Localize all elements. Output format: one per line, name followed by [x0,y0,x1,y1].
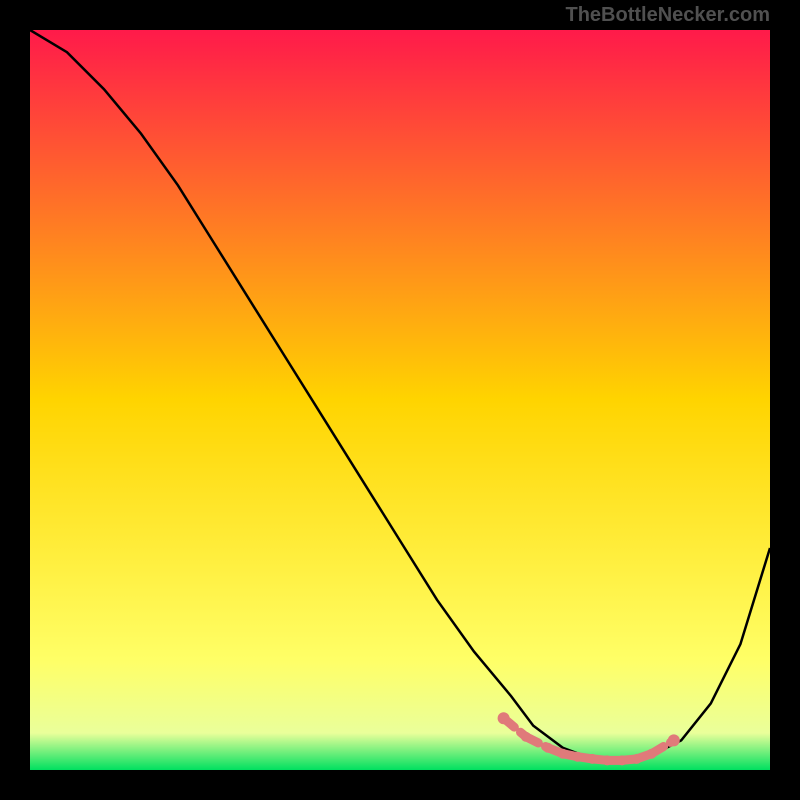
highlight-marker [498,712,510,724]
highlight-marker [543,743,553,753]
highlight-marker [558,749,568,759]
chart-container: TheBottleNecker.com [0,0,800,800]
highlight-marker [521,732,531,742]
highlight-marker [573,752,583,762]
highlight-marker [668,734,680,746]
highlight-marker [602,755,612,765]
chart-svg [30,30,770,770]
highlight-marker [617,755,627,765]
watermark-text: TheBottleNecker.com [565,4,770,27]
highlight-marker [587,754,597,764]
highlight-marker [647,749,657,759]
gradient-background [30,30,770,770]
highlight-marker [632,754,642,764]
plot-area [30,30,770,770]
